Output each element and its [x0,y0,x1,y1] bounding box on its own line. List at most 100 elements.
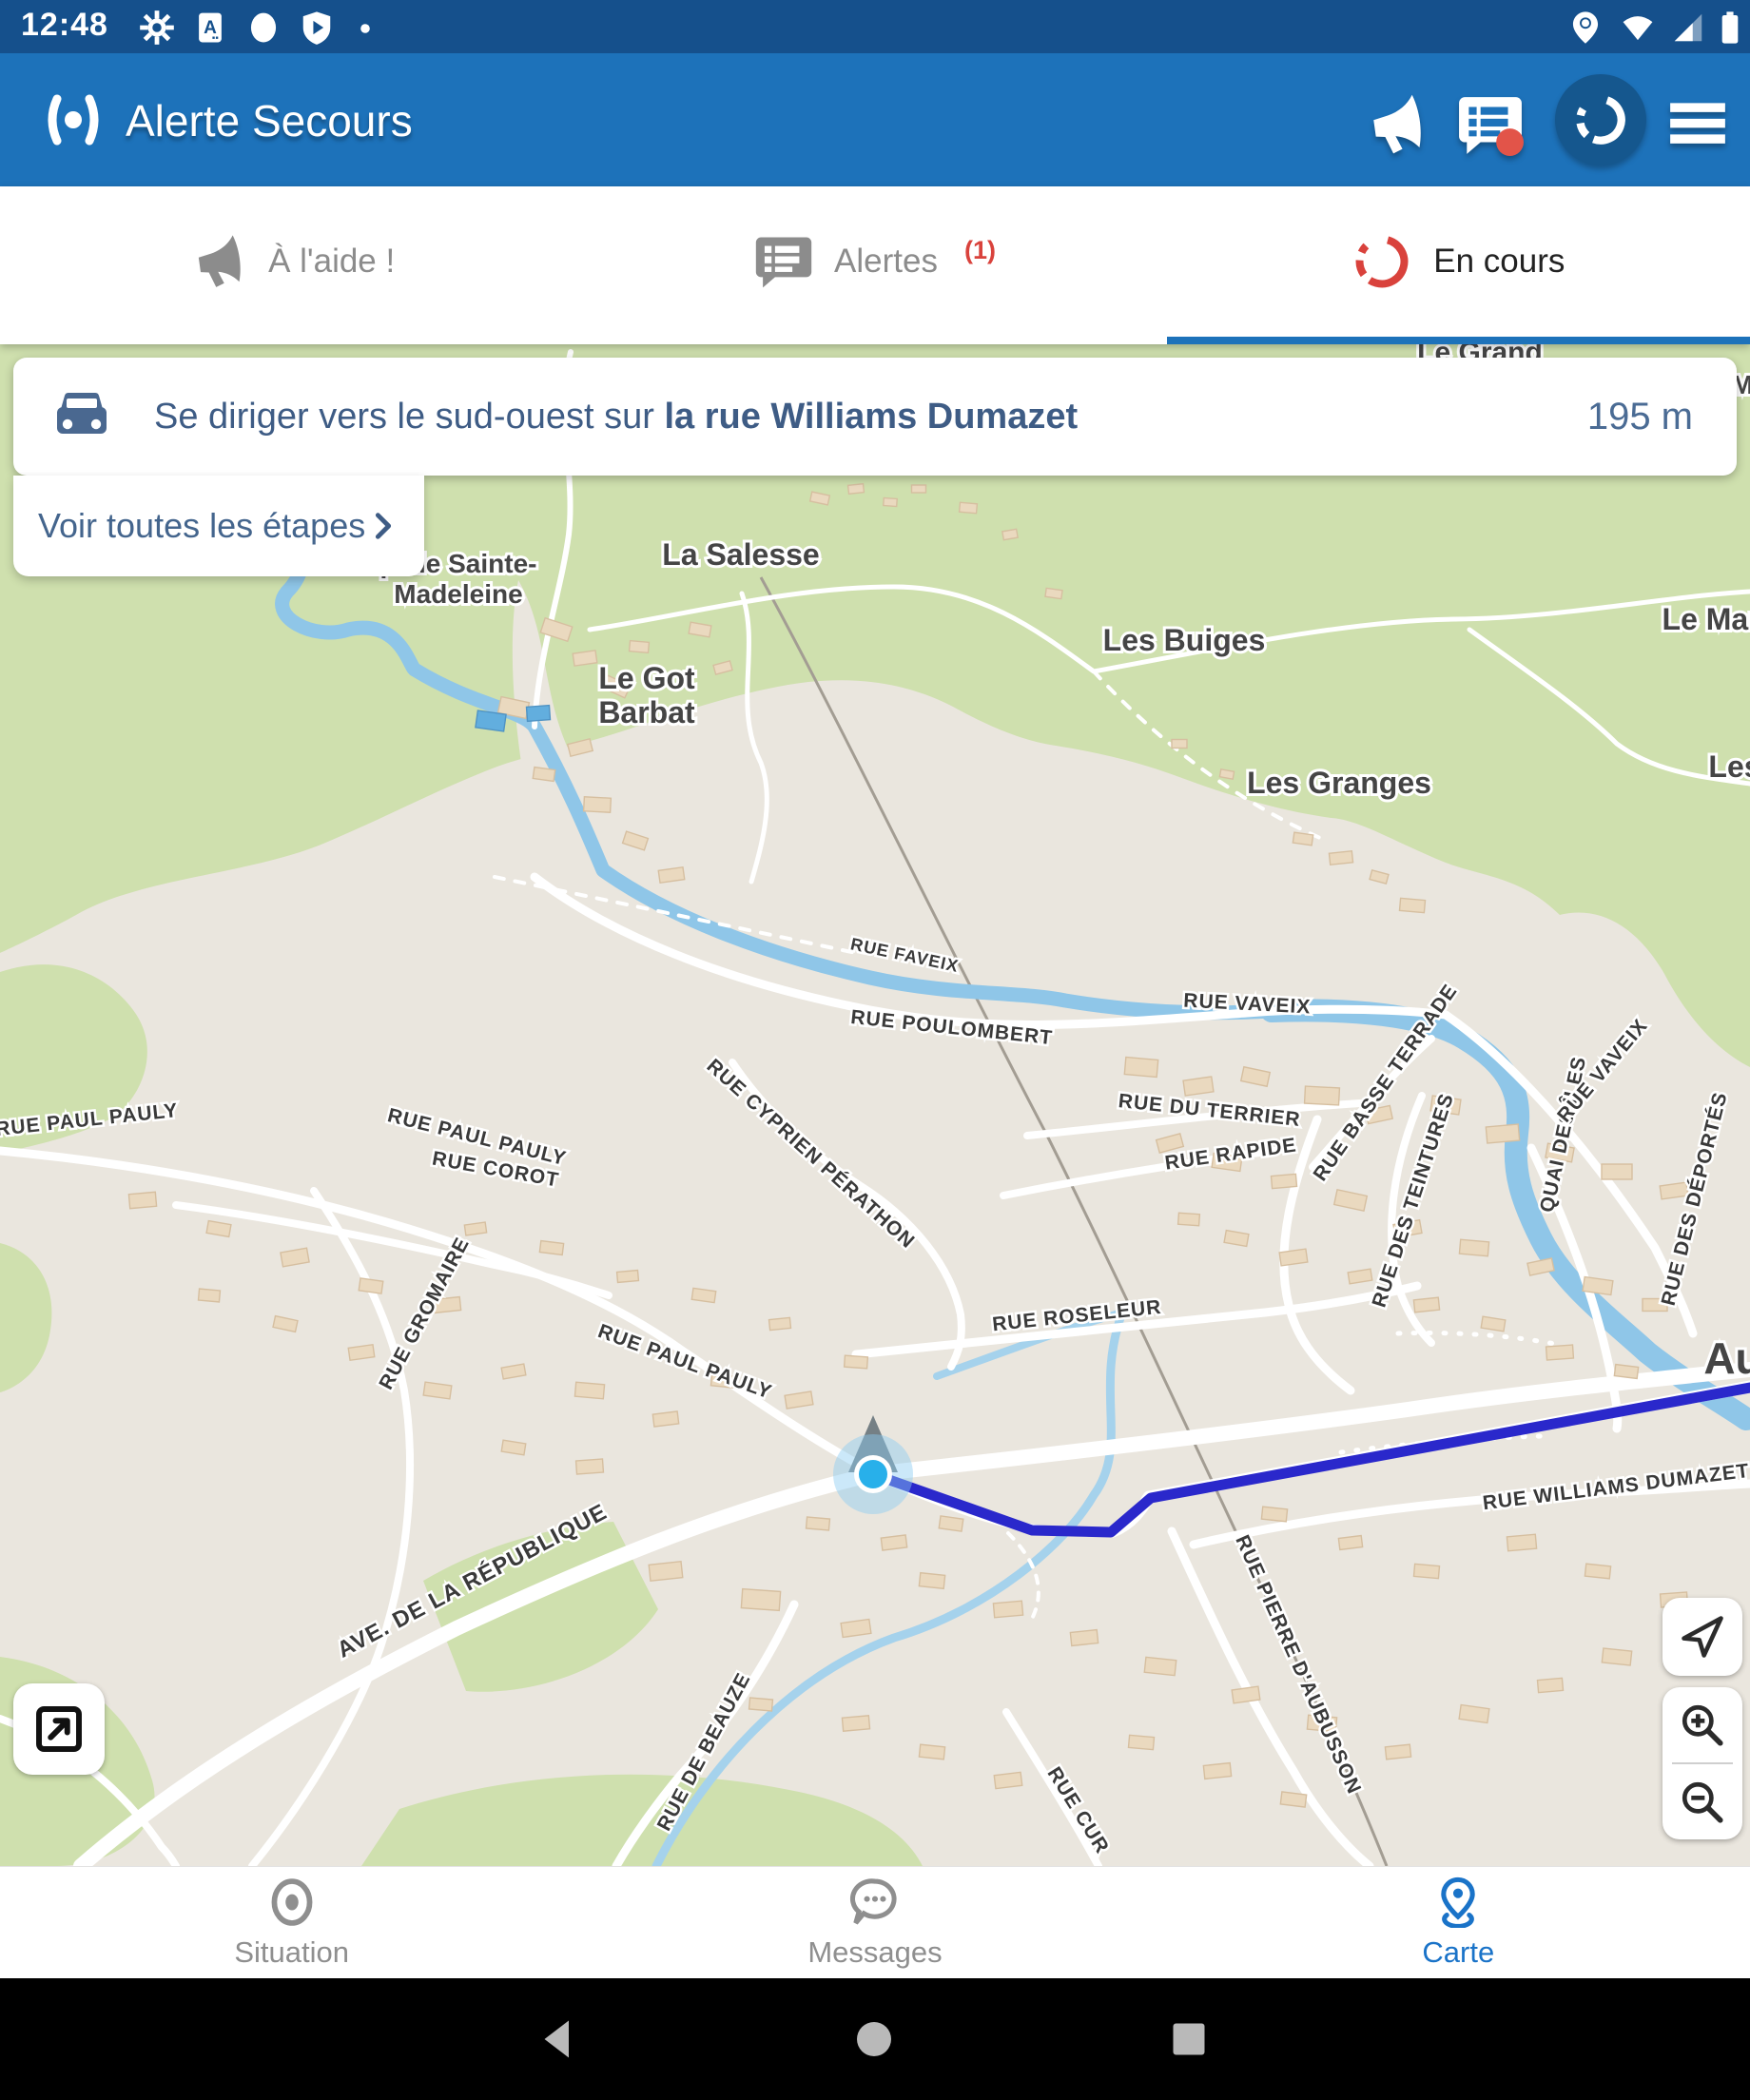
map-building [1293,832,1312,846]
map-place-label: Les Granges [1247,766,1431,800]
map-building [359,1278,383,1293]
settings-gear-icon [139,10,175,46]
ongoing-loader-button[interactable] [1555,74,1646,165]
map-street-label: RUE CUR [1043,1763,1114,1857]
nav-label: Carte [1422,1935,1494,1970]
map-building [1241,1067,1271,1086]
map-building [1271,1174,1296,1188]
map-building [1124,1058,1157,1078]
map-building [1413,1297,1439,1312]
map-building [1305,1086,1340,1105]
map-building [691,1288,715,1302]
map-street-label: RUE GROMAIRE [375,1234,474,1393]
navigation-arrow-icon [1678,1612,1727,1662]
map-building [1546,1345,1574,1360]
tab-label: À l'aide ! [268,243,395,281]
map-building [1338,1536,1362,1550]
all-steps-button[interactable]: Voir toutes les étapes [13,476,424,576]
map-pin-icon [1432,1876,1484,1928]
alerte-secours-logo-icon [34,89,112,150]
notification-dot-icon [245,10,282,46]
map-building [576,1459,604,1474]
map-street-label: RUE CYPRIEN PÉRATHON [703,1055,920,1253]
messages-icon[interactable] [1457,91,1524,158]
map-building [1481,1316,1506,1332]
map-building [206,1221,231,1237]
map-building [1219,769,1234,779]
car-icon [51,386,112,447]
nav-item-carte[interactable]: Carte [1167,1867,1750,1979]
map-building [845,1355,868,1369]
android-back-button[interactable] [535,2016,580,2062]
map-building [1459,1704,1489,1722]
map-building [1399,898,1425,912]
tab-label: En cours [1433,243,1565,281]
map-building [1178,1213,1200,1226]
map-place-label: Les Buiges [1103,623,1266,657]
map-building [884,498,898,507]
map-building [573,651,597,666]
shield-play-icon [299,10,335,46]
app-bar: Alerte Secours [0,53,1750,186]
zoom-out-button[interactable] [1662,1764,1742,1839]
map-building [1334,1190,1368,1211]
map-building [533,768,554,782]
status-bar: 12:48 A [0,0,1750,53]
megaphone-icon [188,232,247,291]
map-building [273,1316,298,1332]
megaphone-icon[interactable] [1362,91,1429,158]
nav-label: Messages [807,1935,942,1970]
android-home-button[interactable] [851,2016,897,2062]
overflow-dot-icon [360,23,371,34]
map-place-label: Le GotBarbat [598,661,695,729]
map-building [1224,1231,1249,1247]
map-building [501,1440,526,1455]
map-street-label: RUE PAUL PAULY [595,1320,775,1404]
map-building [807,1517,830,1530]
nav-item-situation[interactable]: Situation [0,1867,583,1979]
map-building [741,1589,780,1611]
map-building [1232,1686,1260,1703]
map-building [848,484,865,495]
map-street-label: RUE PIERRE D'AUBUSSON [1231,1532,1365,1798]
android-recents-button[interactable] [1166,2016,1212,2062]
zoom-in-button[interactable] [1662,1687,1742,1762]
map-building [919,1744,944,1760]
map-place-label: Les [1708,749,1750,784]
map-building [1602,1648,1631,1665]
map-building [939,1516,963,1531]
map-building [1144,1657,1176,1675]
map-building [1585,1564,1610,1579]
map-building [1279,1249,1308,1266]
map-building [1070,1630,1098,1646]
map-building [1385,1744,1410,1760]
battery-icon [1714,10,1746,46]
situation-target-icon [266,1876,318,1928]
map-building [501,1364,526,1379]
map-building [1507,1534,1536,1551]
map-building [785,1391,813,1409]
recenter-button[interactable] [1662,1598,1742,1676]
nav-item-messages[interactable]: Messages [583,1867,1166,1979]
tab-alertes[interactable]: Alertes(1) [583,186,1166,344]
tab-en-cours[interactable]: En cours [1167,186,1750,344]
map-building [652,1411,678,1427]
map-building [1183,1077,1214,1096]
map-building [1486,1124,1519,1143]
fullscreen-map-button[interactable] [13,1683,105,1775]
tab-label: Alertes [834,243,938,281]
distance-value: 195 m [1587,396,1693,438]
zoom-in-icon [1679,1701,1726,1749]
nav-label: Situation [234,1935,349,1970]
clock: 12:48 [21,7,108,44]
map-building [1045,588,1062,598]
instruction-text: Se diriger vers le sud-ouest sur la rue … [154,397,1587,438]
route-instruction-card[interactable]: Se diriger vers le sud-ouest sur la rue … [13,358,1737,476]
hamburger-menu-icon[interactable] [1666,91,1729,154]
tab-bar: À l'aide ! Alertes(1) En cours [0,186,1750,344]
tab-a-laide[interactable]: À l'aide ! [0,186,583,344]
map-container: RUE PAUL PAULYRUE PAUL PAULYRUE COROTRUE… [0,344,1750,1866]
map-building [1203,1763,1231,1779]
map-building [1537,1678,1563,1692]
map-street-label: RUE POULOMBERT [849,1006,1054,1049]
